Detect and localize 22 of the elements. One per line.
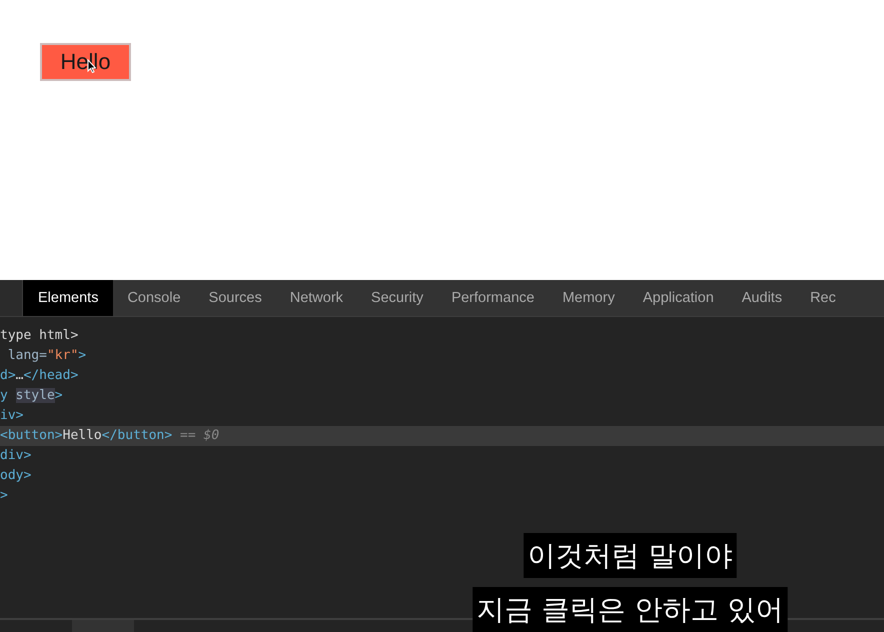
devtools-tab[interactable]: Audits xyxy=(728,280,796,316)
code-line[interactable]: lang="kr"> xyxy=(0,346,884,366)
code-line[interactable]: div> xyxy=(0,446,884,466)
code-line[interactable]: > xyxy=(0,486,884,506)
code-line[interactable]: ody> xyxy=(0,466,884,486)
code-line[interactable]: y style> xyxy=(0,386,884,406)
subtitle-caption: 지금 클릭은 안하고 있어 xyxy=(472,587,788,632)
code-line[interactable]: type html> xyxy=(0,326,884,346)
devtools-tab[interactable]: Console xyxy=(113,280,195,316)
breadcrumb-item[interactable] xyxy=(72,620,134,632)
devtools-tab[interactable]: Security xyxy=(357,280,438,316)
subtitle-caption: 이것처럼 말이야 xyxy=(524,533,736,578)
code-line[interactable]: iv> xyxy=(0,406,884,426)
devtools-tab[interactable]: Network xyxy=(276,280,358,316)
code-line[interactable]: d>…</head> xyxy=(0,366,884,386)
devtools-tab[interactable]: Memory xyxy=(548,280,629,316)
devtools-tab[interactable]: Rec xyxy=(796,280,850,316)
devtools-tab[interactable]: Sources xyxy=(194,280,276,316)
devtools-tab[interactable]: Application xyxy=(628,280,728,316)
devtools-tab[interactable]: Performance xyxy=(437,280,548,316)
devtools-tab[interactable]: Elements xyxy=(23,280,114,316)
toolbar-button[interactable] xyxy=(0,280,23,316)
